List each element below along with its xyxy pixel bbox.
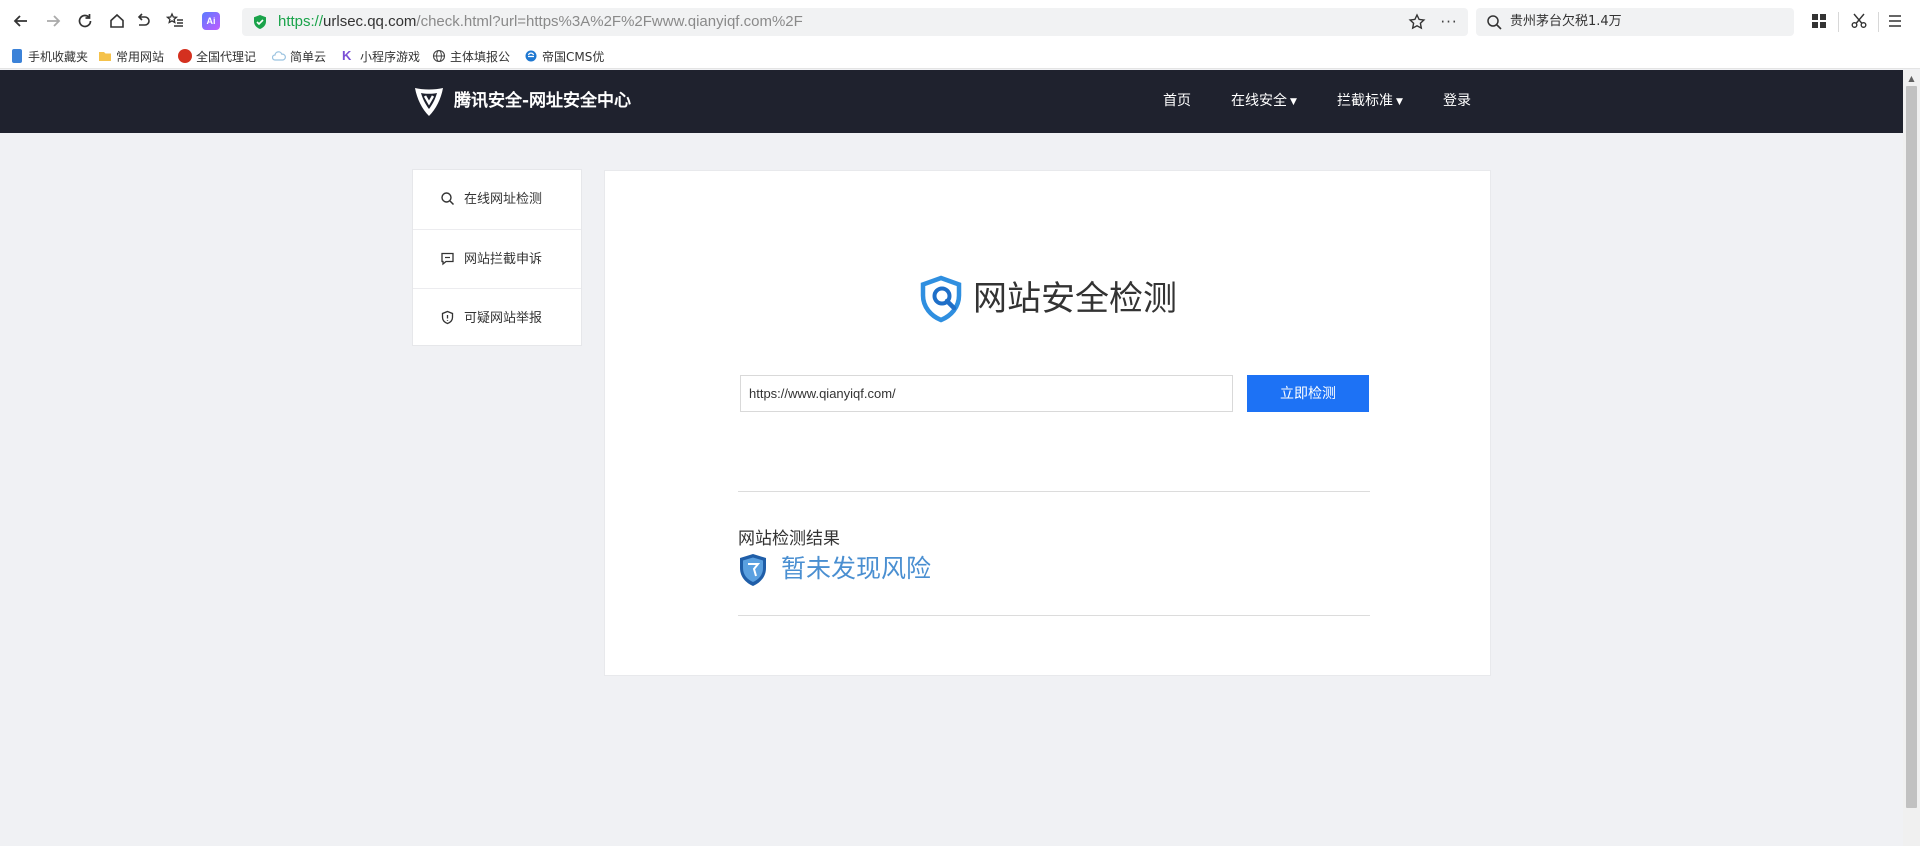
search-suggestion-text: 贵州茅台欠税1.4万 (1510, 14, 1622, 29)
result-section-label: 网站检测结果 (738, 529, 840, 549)
result-status-text: 暂未发现风险 (781, 554, 932, 583)
cloud-icon (272, 51, 286, 61)
reload-button[interactable] (72, 8, 98, 34)
favorites-button[interactable] (162, 8, 188, 34)
search-icon (1487, 15, 1502, 30)
secure-shield-icon (254, 15, 266, 29)
reload-icon (78, 14, 92, 28)
search-icon (441, 192, 455, 206)
bookmark-item[interactable]: 帝国CMS优 (524, 46, 608, 66)
sidebar-item-report-suspicious[interactable]: 可疑网站举报 (413, 288, 581, 347)
apps-grid-button[interactable] (1806, 8, 1832, 34)
ai-assistant-button[interactable]: Ai (198, 8, 224, 34)
sidebar-item-block-appeal[interactable]: 网站拦截申诉 (413, 229, 581, 288)
hamburger-menu-icon (1889, 15, 1901, 27)
back-arrow-icon (13, 15, 27, 27)
nav-label: 拦截标准 (1337, 93, 1393, 109)
scissors-icon (1851, 13, 1867, 28)
bookmark-label: 主体填报公 (450, 49, 511, 64)
dropdown-caret-icon: ▼ (1290, 97, 1297, 107)
url-input[interactable] (740, 375, 1233, 412)
k-logo-icon: K (342, 48, 352, 63)
bookmark-item[interactable]: 手机收藏夹 (12, 46, 94, 66)
bookmarks-bar: 手机收藏夹 常用网站 全国代理记 简单云 K 小程序游戏 主体填报公 帝国CMS… (0, 42, 1920, 69)
sidebar-item-label: 网站拦截申诉 (464, 252, 543, 267)
site-header: 腾讯安全-网址安全中心 首页 在线安全 ▼ 拦截标准 ▼ 登录 (0, 70, 1903, 133)
nav-login[interactable]: 登录 (1443, 70, 1471, 133)
home-icon (110, 13, 124, 28)
globe-icon (432, 49, 446, 63)
emblem-icon (178, 49, 192, 63)
bookmark-item[interactable]: 常用网站 (98, 46, 168, 66)
check-card: 网站安全检测 立即检测 网站检测结果 暂未发现风险 (604, 170, 1491, 676)
tencent-security-logo-icon[interactable] (412, 84, 446, 118)
url-host: urlsec.qq.com (323, 13, 417, 30)
bookmark-item[interactable]: K 小程序游戏 (342, 46, 422, 66)
more-options-button[interactable]: ··· (1438, 11, 1460, 33)
site-logo-text[interactable]: 腾讯安全-网址安全中心 (454, 70, 631, 133)
bookmark-label: 小程序游戏 (360, 49, 421, 64)
nav-home[interactable]: 首页 (1163, 70, 1191, 133)
address-bar[interactable]: https://urlsec.qq.com/check.html?url=htt… (242, 8, 1468, 36)
toolbar-separator (1878, 12, 1879, 32)
nav-label: 在线安全 (1231, 93, 1287, 109)
page-title: 网站安全检测 (973, 279, 1177, 319)
bookmark-star-icon[interactable] (1408, 13, 1426, 31)
bookmark-label: 简单云 (290, 49, 327, 64)
back-button[interactable] (8, 8, 34, 34)
menu-button[interactable] (1882, 8, 1908, 34)
bookmark-item[interactable]: 主体填报公 (432, 46, 512, 66)
safe-shield-icon (740, 554, 766, 586)
toolbar-separator (1838, 12, 1839, 32)
nav-online-security[interactable]: 在线安全 ▼ (1231, 70, 1297, 134)
undo-close-button[interactable] (130, 8, 156, 34)
phone-icon (12, 49, 22, 63)
bookmark-item[interactable]: 全国代理记 (178, 46, 258, 66)
sidebar-item-label: 在线网址检测 (464, 192, 543, 207)
sidebar-item-label: 可疑网站举报 (464, 311, 543, 326)
nav-label: 首页 (1163, 93, 1191, 109)
screenshot-button[interactable] (1846, 8, 1872, 34)
check-now-button[interactable]: 立即检测 (1247, 375, 1369, 412)
star-list-icon (166, 12, 183, 27)
ai-badge-icon: Ai (202, 12, 220, 30)
bookmark-label: 全国代理记 (196, 49, 257, 64)
forward-arrow-icon (47, 15, 61, 27)
home-button[interactable] (104, 8, 130, 34)
undo-icon (137, 13, 150, 26)
scrollbar-thumb[interactable] (1906, 86, 1917, 808)
security-check-shield-icon (920, 275, 962, 323)
sidebar: 在线网址检测 网站拦截申诉 可疑网站举报 (412, 169, 582, 346)
address-text[interactable]: https://urlsec.qq.com/check.html?url=htt… (278, 8, 803, 36)
nav-block-standards[interactable]: 拦截标准 ▼ (1337, 70, 1403, 134)
dropdown-caret-icon: ▼ (1396, 97, 1403, 107)
ie-icon (525, 50, 537, 62)
shield-icon (441, 310, 454, 325)
sidebar-item-url-check[interactable]: 在线网址检测 (413, 170, 581, 229)
bookmark-item[interactable]: 简单云 (272, 46, 332, 66)
folder-icon (99, 52, 111, 61)
browser-toolbar: Ai https://urlsec.qq.com/check.html?url=… (0, 0, 1920, 42)
url-scheme: https:// (278, 13, 324, 30)
grid-icon (1812, 14, 1826, 28)
url-path: /check.html?url=https%3A%2F%2Fwww.qianyi… (416, 13, 803, 30)
chat-icon (441, 252, 454, 266)
bookmark-label: 手机收藏夹 (28, 49, 89, 64)
divider (738, 615, 1370, 616)
bookmark-label: 帝国CMS优 (542, 49, 605, 64)
nav-label: 登录 (1443, 93, 1471, 109)
forward-button[interactable] (40, 8, 66, 34)
search-box[interactable]: 贵州茅台欠税1.4万 (1476, 8, 1794, 36)
scroll-up-arrow-icon[interactable]: ▲ (1906, 74, 1917, 84)
bookmark-label: 常用网站 (116, 49, 165, 64)
divider (738, 491, 1370, 492)
